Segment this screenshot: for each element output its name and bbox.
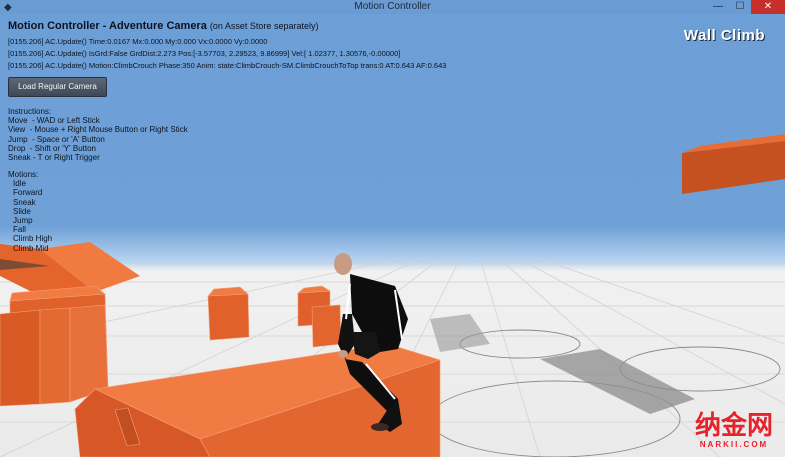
left-box-stack: [0, 285, 109, 407]
wall-climb-label: Wall Climb: [683, 27, 765, 44]
window-titlebar: ◆ Motion Controller — ☐ ✕: [0, 0, 785, 14]
floating-platform: [682, 134, 785, 194]
instruction-line: Sneak - T or Right Trigger: [8, 153, 100, 163]
motion-item: Slide: [13, 206, 31, 216]
motion-item: Climb Mid: [13, 243, 49, 253]
motion-item: Jump: [13, 216, 33, 226]
motions-list: Motions: Idle Forward Sneak Slide Jump F…: [8, 170, 52, 253]
instruction-line: Jump - Space or 'A' Button: [8, 134, 105, 144]
instructions-panel: Instructions: Move - WAD or Left Stick V…: [8, 107, 188, 162]
unity-app-icon: ◆: [4, 2, 12, 13]
middle-boxes: [207, 285, 342, 348]
hud-title-text: Motion Controller - Adventure Camera: [8, 20, 207, 32]
debug-line: [0155.206] AC.Update() IsGrd:False GrdDi…: [8, 49, 401, 58]
instruction-line: Move - WAD or Left Stick: [8, 116, 100, 126]
floor-shadow: [430, 314, 490, 352]
game-viewport[interactable]: Motion Controller - Adventure Camera (on…: [0, 14, 785, 457]
watermark-en-text: NARKII.COM: [699, 440, 769, 449]
motion-item: Forward: [13, 188, 43, 198]
instruction-line: View - Mouse + Right Mouse Button or Rig…: [8, 125, 188, 135]
narkii-watermark-logo: 纳金网 NARKII.COM: [695, 412, 773, 449]
maximize-button[interactable]: ☐: [729, 0, 751, 14]
scene-3d: [0, 134, 785, 457]
motion-item: Sneak: [13, 197, 36, 207]
motion-item: Idle: [13, 179, 26, 189]
close-button[interactable]: ✕: [751, 0, 785, 14]
watermark-cn-text: 纳金网: [694, 411, 773, 441]
hud-title: Motion Controller - Adventure Camera (on…: [8, 20, 446, 32]
load-regular-camera-button[interactable]: Load Regular Camera: [8, 77, 107, 97]
motion-item: Fall: [13, 225, 26, 235]
debug-log: [0155.206] AC.Update() Time:0.0167 Mx:0.…: [8, 36, 446, 72]
motion-item: Climb High: [13, 234, 53, 244]
debug-line: [0155.206] AC.Update() Time:0.0167 Mx:0.…: [8, 37, 268, 46]
motions-title: Motions:: [8, 170, 39, 179]
hud-panel: Motion Controller - Adventure Camera (on…: [8, 20, 446, 72]
instructions-title: Instructions:: [8, 107, 52, 116]
hud-title-note: (on Asset Store separately): [209, 21, 319, 31]
window-controls: — ☐ ✕: [707, 0, 785, 14]
instruction-line: Drop - Shift or 'Y' Button: [8, 143, 96, 153]
debug-line: [0155.206] AC.Update() Motion:ClimbCrouc…: [8, 61, 447, 70]
minimize-button[interactable]: —: [707, 0, 729, 14]
window-title: Motion Controller: [354, 1, 431, 12]
